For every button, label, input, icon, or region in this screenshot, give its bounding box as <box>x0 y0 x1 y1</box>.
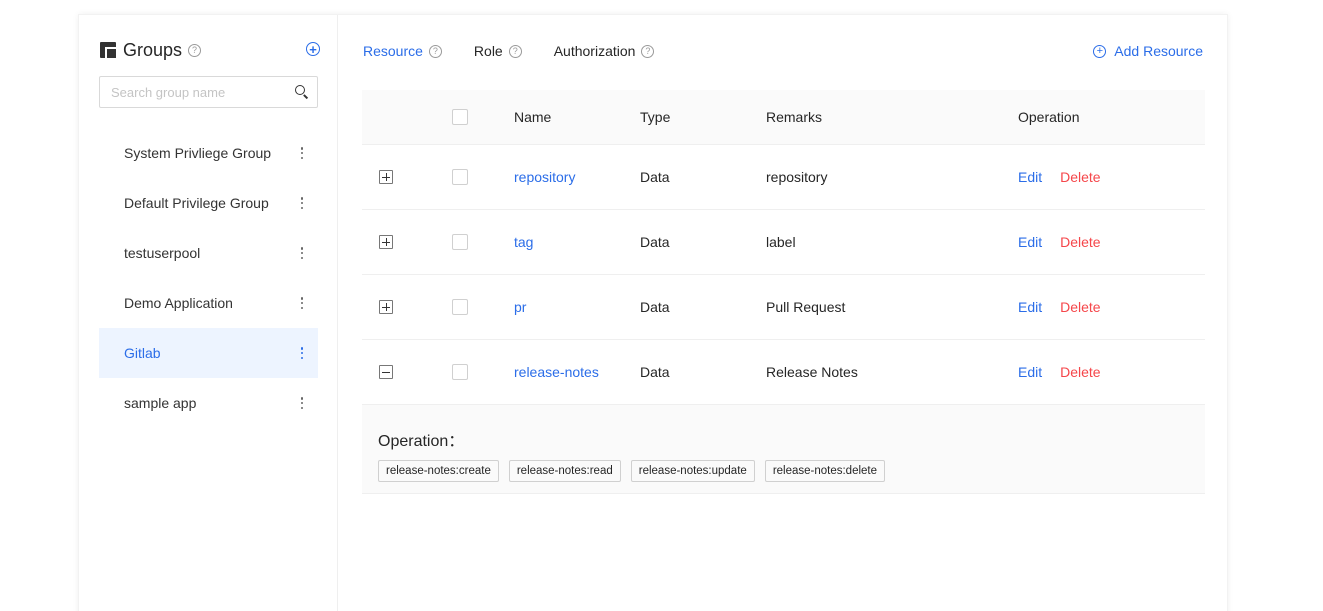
table-row: release-notes Data Release Notes Edit De… <box>362 340 1205 405</box>
help-icon[interactable]: ? <box>188 43 202 57</box>
groups-icon <box>100 42 116 58</box>
resource-remarks: Pull Request <box>766 299 846 315</box>
more-vertical-icon[interactable] <box>300 347 304 359</box>
tab-label: Role <box>473 43 503 59</box>
delete-button[interactable]: Delete <box>1060 234 1100 250</box>
search-icon[interactable] <box>287 77 317 107</box>
add-resource-button[interactable]: + Add Resource <box>1093 43 1203 59</box>
resource-type: Data <box>640 234 670 250</box>
more-vertical-icon[interactable] <box>300 197 304 209</box>
groups-sidebar: Groups ? + System Privliege Group Defaul… <box>79 15 338 611</box>
operation-tag-list: release-notes:create release-notes:read … <box>378 460 1205 482</box>
sidebar-title: Groups <box>123 39 183 60</box>
page-card: Groups ? + System Privliege Group Defaul… <box>78 14 1228 611</box>
resource-table: Name Type Remarks Operation repository D… <box>362 90 1205 494</box>
tab-label: Resource <box>363 43 423 59</box>
column-header-name: Name <box>514 109 552 125</box>
operation-tag: release-notes:create <box>378 460 499 482</box>
resource-type: Data <box>640 364 670 380</box>
sidebar-header: Groups ? + <box>100 39 320 61</box>
main-panel: Resource ? Role ? Authorization ? + Add … <box>339 15 1227 611</box>
operation-tag: release-notes:read <box>508 460 621 482</box>
resource-name-link[interactable]: tag <box>514 234 533 250</box>
tab-authorization[interactable]: Authorization ? <box>554 43 655 59</box>
edit-button[interactable]: Edit <box>1018 169 1042 185</box>
expanded-operations-panel: Operation： release-notes:create release-… <box>362 405 1205 494</box>
group-item-default-privilege-group[interactable]: Default Privilege Group <box>99 178 318 228</box>
group-item-label: Gitlab <box>124 345 161 361</box>
group-item-system-privliege-group[interactable]: System Privliege Group <box>99 128 318 178</box>
resource-name-link[interactable]: pr <box>514 299 526 315</box>
more-vertical-icon[interactable] <box>300 397 304 409</box>
plus-square-icon[interactable] <box>379 235 393 249</box>
tab-label: Authorization <box>553 43 636 59</box>
resource-name-link[interactable]: repository <box>514 169 575 185</box>
resource-type: Data <box>640 299 670 315</box>
add-circle-icon: + <box>1093 44 1107 58</box>
resource-type: Data <box>640 169 670 185</box>
minus-square-icon[interactable] <box>379 365 393 379</box>
tab-role[interactable]: Role ? <box>474 43 522 59</box>
column-header-operation: Operation <box>1018 109 1080 125</box>
resource-remarks: label <box>766 234 796 250</box>
operation-tag: release-notes:update <box>630 460 755 482</box>
delete-button[interactable]: Delete <box>1060 169 1100 185</box>
resource-remarks: Release Notes <box>766 364 858 380</box>
column-header-type: Type <box>640 109 671 125</box>
tab-resource[interactable]: Resource ? <box>363 43 442 59</box>
group-search-input[interactable] <box>100 77 287 107</box>
group-item-testuserpool[interactable]: testuserpool <box>99 228 318 278</box>
help-icon[interactable]: ? <box>428 44 442 58</box>
resource-remarks: repository <box>766 169 828 185</box>
row-checkbox[interactable] <box>452 299 468 315</box>
row-checkbox[interactable] <box>452 169 468 185</box>
edit-button[interactable]: Edit <box>1018 299 1042 315</box>
row-checkbox[interactable] <box>452 234 468 250</box>
delete-button[interactable]: Delete <box>1060 364 1100 380</box>
group-item-label: Demo Application <box>124 295 233 311</box>
edit-button[interactable]: Edit <box>1018 364 1042 380</box>
delete-button[interactable]: Delete <box>1060 299 1100 315</box>
group-item-label: System Privliege Group <box>124 145 272 161</box>
help-icon[interactable]: ? <box>508 44 522 58</box>
tab-bar: Resource ? Role ? Authorization ? <box>363 43 686 59</box>
column-header-remarks: Remarks <box>766 109 823 125</box>
group-item-demo-application[interactable]: Demo Application <box>99 278 318 328</box>
table-row: tag Data label Edit Delete <box>362 210 1205 275</box>
more-vertical-icon[interactable] <box>300 297 304 309</box>
group-item-label: testuserpool <box>124 245 201 261</box>
group-list: System Privliege Group Default Privilege… <box>99 128 318 428</box>
help-icon[interactable]: ? <box>641 44 655 58</box>
table-header: Name Type Remarks Operation <box>362 90 1205 145</box>
operations-title: Operation： <box>378 433 465 450</box>
add-resource-label: Add Resource <box>1114 43 1203 59</box>
table-row: repository Data repository Edit Delete <box>362 145 1205 210</box>
more-vertical-icon[interactable] <box>300 247 304 259</box>
more-vertical-icon[interactable] <box>300 147 304 159</box>
add-group-icon[interactable]: + <box>306 42 320 56</box>
select-all-checkbox[interactable] <box>452 109 468 125</box>
resource-name-link[interactable]: release-notes <box>514 364 599 380</box>
group-item-label: sample app <box>124 395 197 411</box>
row-checkbox[interactable] <box>452 364 468 380</box>
group-item-label: Default Privilege Group <box>124 195 269 211</box>
plus-square-icon[interactable] <box>379 300 393 314</box>
group-item-gitlab[interactable]: Gitlab <box>99 328 318 378</box>
group-search-box <box>99 76 318 108</box>
edit-button[interactable]: Edit <box>1018 234 1042 250</box>
operation-tag: release-notes:delete <box>764 460 886 482</box>
plus-square-icon[interactable] <box>379 170 393 184</box>
table-row: pr Data Pull Request Edit Delete <box>362 275 1205 340</box>
group-item-sample-app[interactable]: sample app <box>99 378 318 428</box>
